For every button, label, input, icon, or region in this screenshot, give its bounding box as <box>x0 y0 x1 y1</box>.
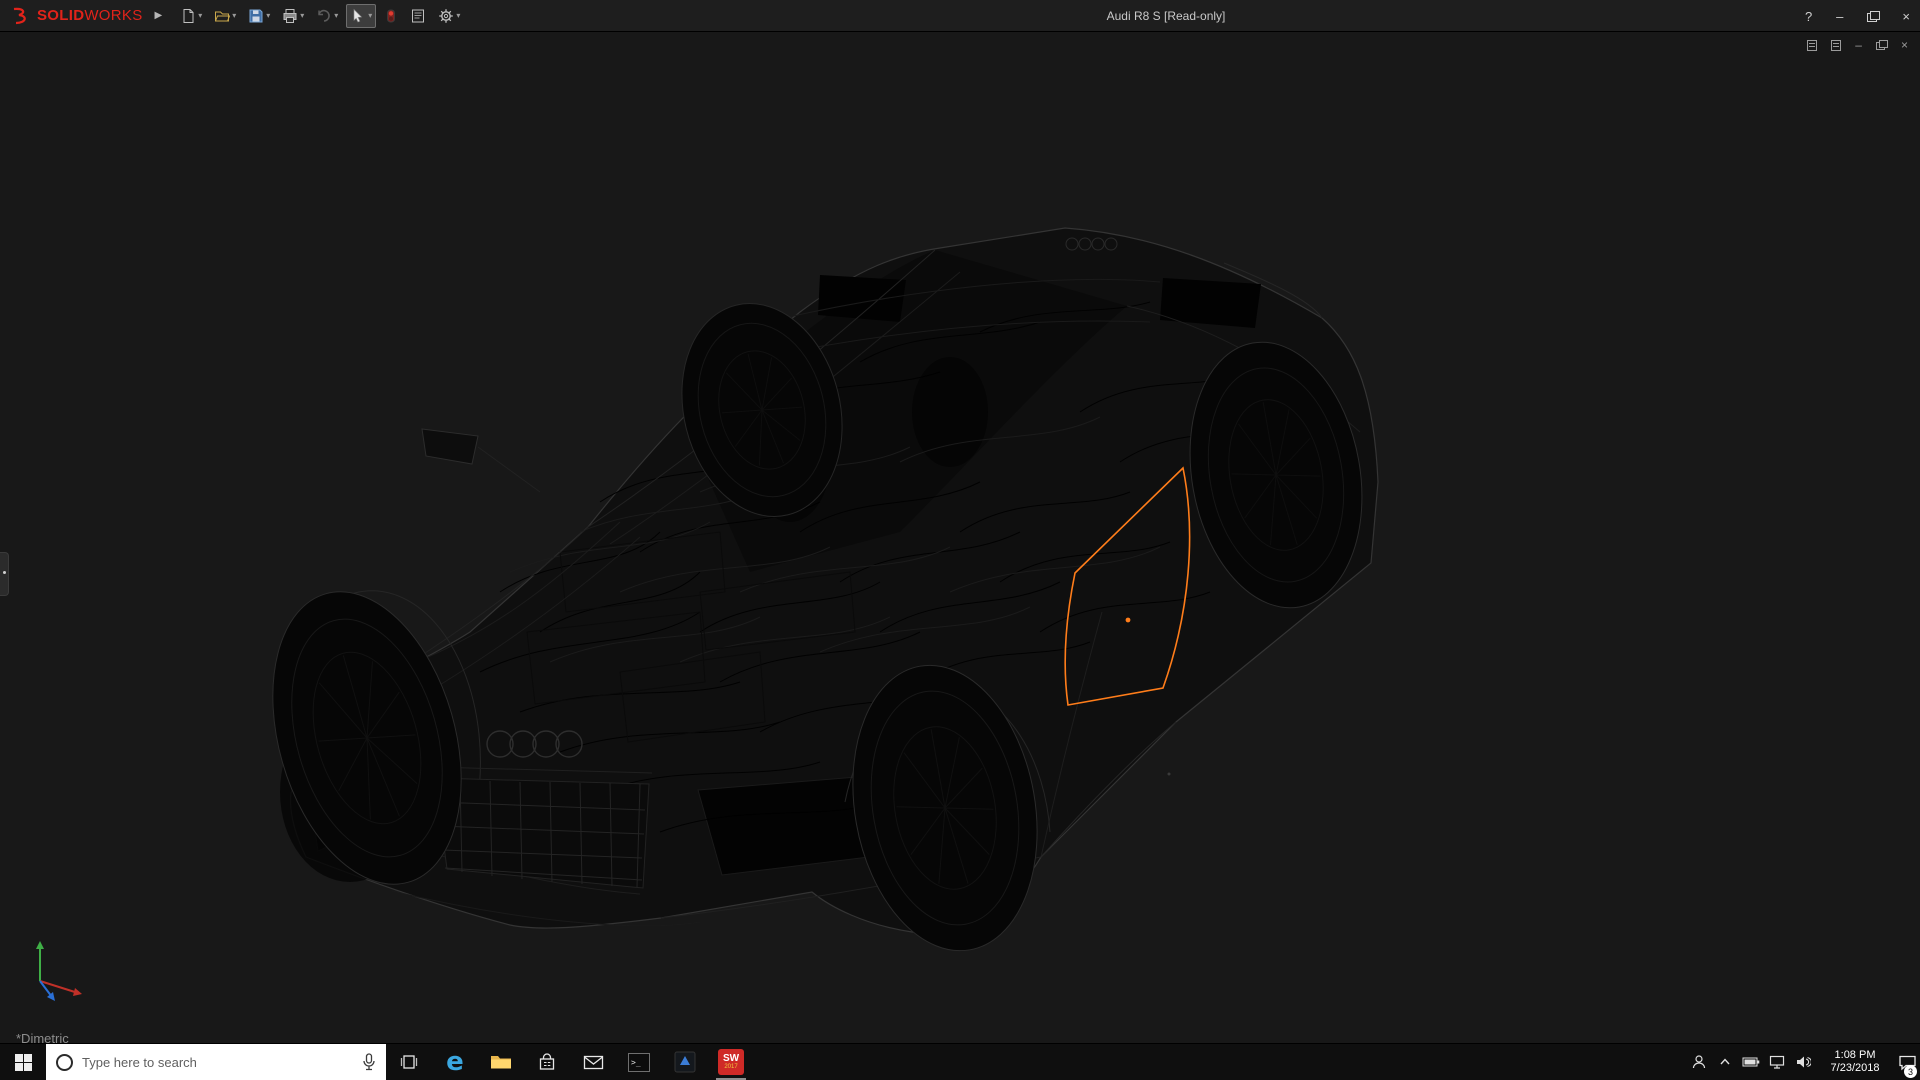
mail-button[interactable] <box>570 1044 616 1080</box>
taskbar-clock[interactable]: 1:08 PM 7/23/2018 <box>1816 1044 1894 1080</box>
new-window-icon[interactable] <box>1807 39 1818 51</box>
view-orientation-label: *Dimetric <box>16 1031 69 1043</box>
undo-icon <box>318 9 331 22</box>
task-view-icon <box>400 1055 418 1069</box>
console-icon: >_ <box>628 1052 650 1072</box>
save-icon <box>249 9 263 22</box>
doc-minimize-button[interactable]: – <box>1855 39 1862 51</box>
new-document-button[interactable]: ▾ <box>176 4 206 28</box>
save-button[interactable]: ▾ <box>244 4 274 28</box>
console-button[interactable]: >_ <box>616 1044 662 1080</box>
file-properties-button[interactable] <box>406 4 430 28</box>
options-button[interactable]: ▾ <box>434 4 464 28</box>
action-center-button[interactable]: 3 <box>1894 1044 1920 1080</box>
document-title: Audi R8 S [Read-only] <box>1106 8 1226 23</box>
network-button[interactable] <box>1764 1044 1790 1080</box>
save-dropdown-caret[interactable]: ▾ <box>266 11 270 20</box>
notification-badge: 3 <box>1904 1065 1917 1078</box>
tray-overflow-button[interactable] <box>1712 1044 1738 1080</box>
battery-icon <box>1742 1057 1760 1067</box>
file-explorer-icon <box>491 1056 511 1069</box>
undo-button[interactable]: ▾ <box>312 4 342 28</box>
windows-logo-icon <box>14 1053 32 1071</box>
car-wireframe <box>0 227 1379 952</box>
titlebar: SOLIDWORKS ▶ ▾ ▾ ▾ ▾ ▾ ▾ ▾ Audi R8 S [Re… <box>0 0 1920 32</box>
print-icon <box>283 8 297 23</box>
rebuild-icon <box>387 9 396 22</box>
people-icon <box>1692 1055 1706 1069</box>
start-button[interactable] <box>0 1044 46 1080</box>
main-toolbar: ▾ ▾ ▾ ▾ ▾ ▾ ▾ <box>176 3 464 28</box>
chevron-up-icon <box>1720 1058 1730 1065</box>
solidworks-window: SOLIDWORKS ▶ ▾ ▾ ▾ ▾ ▾ ▾ ▾ Audi R8 S [Re… <box>0 0 1920 1080</box>
system-tray: 1:08 PM 7/23/2018 3 <box>1686 1044 1920 1080</box>
menu-expand-icon[interactable]: ▶ <box>155 10 163 21</box>
minimize-button[interactable]: – <box>1836 10 1843 23</box>
clock-date: 7/23/2018 <box>1830 1062 1880 1074</box>
file-properties-icon <box>412 9 425 22</box>
store-button[interactable] <box>524 1044 570 1080</box>
restore-button[interactable] <box>1867 11 1881 22</box>
select-dropdown-caret[interactable]: ▾ <box>368 11 372 20</box>
blue-app-icon <box>674 1051 696 1073</box>
store-bag-icon <box>539 1053 555 1070</box>
edge-icon: e <box>446 1047 464 1077</box>
doc-close-button[interactable]: × <box>1901 39 1908 51</box>
feature-panel-tab[interactable] <box>0 552 9 596</box>
ds-logo-icon <box>13 7 26 24</box>
print-dropdown-caret[interactable]: ▾ <box>300 11 304 20</box>
mail-icon <box>583 1055 603 1069</box>
doc-restore-button[interactable] <box>1875 40 1888 50</box>
close-button[interactable]: × <box>1902 10 1910 23</box>
new-dropdown-caret[interactable]: ▾ <box>198 11 202 20</box>
cortana-icon[interactable] <box>56 1053 73 1071</box>
select-cursor-icon <box>353 8 363 22</box>
solidworks-taskbar-button[interactable]: SW 2017 <box>708 1044 754 1080</box>
tile-window-icon[interactable] <box>1831 39 1842 51</box>
graphics-viewport[interactable]: – × *Dimetric <box>0 32 1920 1043</box>
options-dropdown-caret[interactable]: ▾ <box>456 11 460 20</box>
brand-text: SOLIDWORKS <box>37 7 143 24</box>
battery-button[interactable] <box>1738 1044 1764 1080</box>
rebuild-button[interactable] <box>380 4 402 28</box>
document-window-controls: – × <box>1807 39 1908 51</box>
open-dropdown-caret[interactable]: ▾ <box>232 11 236 20</box>
speaker-icon <box>1797 1056 1811 1068</box>
new-document-icon <box>183 8 194 23</box>
solidworks-logo: SOLIDWORKS <box>0 7 143 25</box>
task-view-button[interactable] <box>386 1044 432 1080</box>
search-input[interactable] <box>82 1054 353 1070</box>
windows-taskbar: e >_ <box>0 1043 1920 1080</box>
gear-icon <box>439 8 454 23</box>
people-button[interactable] <box>1686 1044 1712 1080</box>
volume-button[interactable] <box>1790 1044 1816 1080</box>
help-button[interactable]: ? <box>1805 10 1812 23</box>
select-button[interactable]: ▾ <box>346 3 377 28</box>
undo-dropdown-caret[interactable]: ▾ <box>334 11 338 20</box>
solidworks-app-icon: SW 2017 <box>718 1049 744 1075</box>
file-explorer-button[interactable] <box>478 1044 524 1080</box>
network-icon <box>1769 1055 1785 1069</box>
taskbar-search[interactable] <box>46 1044 386 1080</box>
open-folder-icon <box>215 11 231 21</box>
window-controls: ? – × <box>1805 0 1910 32</box>
orientation-triad-icon <box>36 941 82 1001</box>
clock-time: 1:08 PM <box>1834 1049 1876 1061</box>
blue-app-button[interactable] <box>662 1044 708 1080</box>
microphone-icon[interactable] <box>362 1053 376 1071</box>
print-button[interactable]: ▾ <box>278 4 308 28</box>
edge-browser-button[interactable]: e <box>432 1044 478 1080</box>
open-button[interactable]: ▾ <box>210 4 240 28</box>
